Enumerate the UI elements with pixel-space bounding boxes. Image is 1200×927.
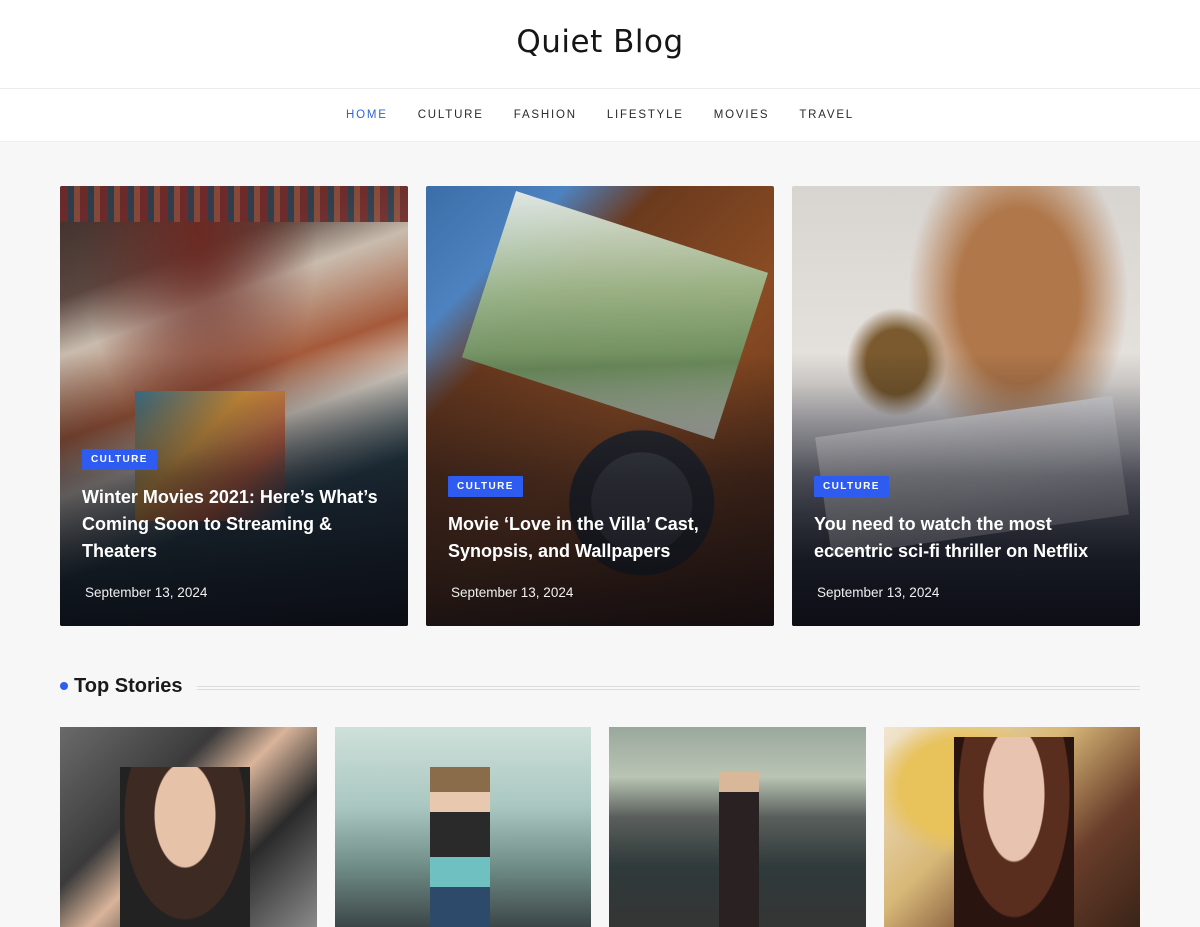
top-stories-grid xyxy=(60,727,1140,927)
category-badge[interactable]: CULTURE xyxy=(448,476,523,497)
story-thumbnail[interactable] xyxy=(60,727,317,927)
nav-item-movies[interactable]: MOVIES xyxy=(699,109,785,121)
post-title[interactable]: You need to watch the most eccentric sci… xyxy=(814,511,1120,565)
story-thumbnail[interactable] xyxy=(883,727,1140,927)
nav-item-home[interactable]: HOME xyxy=(331,109,403,121)
category-badge[interactable]: CULTURE xyxy=(814,476,889,497)
featured-card-content: CULTURE Winter Movies 2021: Here’s What’… xyxy=(82,449,388,600)
top-stories-header: Top Stories xyxy=(60,672,1140,700)
section-dot-icon xyxy=(60,682,68,690)
section-divider xyxy=(196,685,1140,690)
featured-card[interactable]: CULTURE Movie ‘Love in the Villa’ Cast, … xyxy=(426,186,774,626)
post-date: September 13, 2024 xyxy=(451,585,574,600)
featured-card[interactable]: CULTURE You need to watch the most eccen… xyxy=(792,186,1140,626)
site-title[interactable]: Quiet Blog xyxy=(516,24,683,60)
post-title[interactable]: Winter Movies 2021: Here’s What’s Coming… xyxy=(82,484,388,565)
featured-posts: CULTURE Winter Movies 2021: Here’s What’… xyxy=(60,186,1140,626)
story-thumbnail[interactable] xyxy=(609,727,866,927)
featured-card-content: CULTURE Movie ‘Love in the Villa’ Cast, … xyxy=(448,476,754,600)
nav-item-lifestyle[interactable]: LIFESTYLE xyxy=(592,109,699,121)
site-header: Quiet Blog xyxy=(0,0,1200,89)
featured-card[interactable]: CULTURE Winter Movies 2021: Here’s What’… xyxy=(60,186,408,626)
post-date: September 13, 2024 xyxy=(817,585,940,600)
nav-item-culture[interactable]: CULTURE xyxy=(403,109,499,121)
section-title: Top Stories xyxy=(74,674,183,697)
main-nav: HOME CULTURE FASHION LIFESTYLE MOVIES TR… xyxy=(0,89,1200,142)
nav-item-travel[interactable]: TRAVEL xyxy=(784,109,869,121)
post-date: September 13, 2024 xyxy=(85,585,208,600)
category-badge[interactable]: CULTURE xyxy=(82,449,157,470)
featured-card-content: CULTURE You need to watch the most eccen… xyxy=(814,476,1120,600)
nav-item-fashion[interactable]: FASHION xyxy=(499,109,592,121)
story-thumbnail[interactable] xyxy=(334,727,591,927)
post-title[interactable]: Movie ‘Love in the Villa’ Cast, Synopsis… xyxy=(448,511,754,565)
